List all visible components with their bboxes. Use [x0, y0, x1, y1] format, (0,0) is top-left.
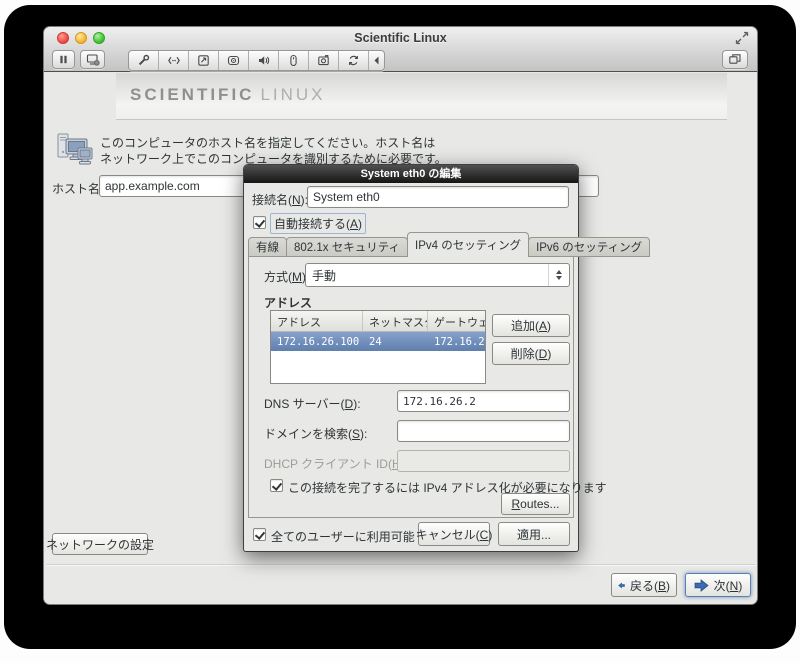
delete-button-label: 削除(D) — [511, 345, 552, 362]
back-button[interactable]: 戻る(B) — [611, 573, 677, 597]
column-header-gateway[interactable]: ゲートウェイ — [428, 311, 485, 331]
arrow-left-icon — [618, 579, 625, 592]
dns-servers-input[interactable] — [397, 390, 570, 412]
column-header-netmask[interactable]: ネットマスク — [363, 311, 428, 331]
addresses-table-header: アドレス ネットマスク ゲートウェイ — [271, 311, 485, 332]
stacked-windows-icon — [728, 53, 742, 66]
autoconnect-checkbox[interactable] — [253, 216, 266, 229]
address-row-selected[interactable]: 172.16.26.100 24 172.16.26.2 — [271, 332, 485, 351]
tab-ipv4-settings[interactable]: IPv4 のセッティング — [407, 232, 529, 257]
cell-address: 172.16.26.100 — [271, 336, 363, 348]
snapshot-icon — [86, 53, 100, 66]
next-button-label: 次(N) — [714, 577, 743, 594]
hard-disk-icon — [197, 54, 210, 67]
apply-button[interactable]: 適用... — [498, 522, 570, 546]
ipv4-settings-panel: 方式(M): 手動 アドレス アドレス ネットマスク ゲートウェイ 1 — [248, 256, 574, 518]
sync-button[interactable] — [339, 51, 369, 70]
addresses-table[interactable]: アドレス ネットマスク ゲートウェイ 172.16.26.100 24 172.… — [270, 310, 486, 384]
camera-icon — [317, 54, 330, 67]
cancel-button-label: キャンセル(C) — [416, 526, 493, 543]
vm-window: Scientific Linux — [44, 27, 757, 604]
sound-icon — [257, 54, 270, 67]
routes-button-label: Routes... — [511, 497, 559, 511]
cell-netmask: 24 — [363, 336, 428, 348]
sync-icon — [347, 54, 360, 67]
network-adapter-button[interactable] — [159, 51, 189, 70]
cell-gateway: 172.16.26.2 — [428, 336, 485, 348]
add-button[interactable]: 追加(A) — [492, 314, 570, 337]
camera-button[interactable] — [309, 51, 339, 70]
pause-icon — [57, 53, 70, 66]
search-domains-label: ドメインを検索(S): — [264, 425, 367, 442]
mouse-icon — [287, 54, 300, 67]
wrench-icon — [137, 54, 150, 67]
dns-servers-label: DNS サーバー(D): — [264, 395, 361, 412]
mouse-button[interactable] — [279, 51, 309, 70]
device-toolbar — [128, 50, 385, 71]
edit-connection-dialog: System eth0 の編集 接続名(N): 自動接続する(A) 有線 802… — [243, 164, 579, 552]
cd-drive-icon — [227, 54, 240, 67]
brand-bold-text: SCIENTIFIC — [130, 85, 254, 104]
method-value: 手動 — [306, 267, 548, 284]
method-combobox[interactable]: 手動 — [305, 263, 570, 287]
network-adapter-icon — [167, 54, 181, 67]
chevron-left-icon — [372, 55, 381, 66]
hard-disk-button[interactable] — [189, 51, 219, 70]
installer-banner: SCIENTIFIC LINUX — [116, 73, 727, 120]
available-all-users-label: 全てのユーザーに利用可能 — [271, 528, 415, 545]
show-all-windows-button[interactable] — [722, 50, 748, 69]
instruction-line-1: このコンピュータのホスト名を指定してください。ホスト名は — [100, 134, 435, 151]
guest-screen: SCIENTIFIC LINUX — [44, 72, 757, 604]
delete-button[interactable]: 削除(D) — [492, 342, 570, 365]
method-label: 方式(M): — [264, 268, 309, 285]
cancel-button[interactable]: キャンセル(C) — [418, 522, 490, 546]
column-header-address[interactable]: アドレス — [271, 311, 363, 331]
addresses-section-label: アドレス — [264, 294, 312, 311]
collapse-toolbar-button[interactable] — [369, 51, 384, 70]
brand-light-text: LINUX — [260, 85, 325, 104]
autoconnect-label[interactable]: 自動接続する(A) — [270, 213, 366, 234]
dhcp-client-id-label: DHCP クライアント ID(H): — [264, 455, 408, 472]
window-title: Scientific Linux — [44, 27, 757, 49]
routes-button[interactable]: Routes... — [501, 493, 570, 515]
tab-ipv6-settings[interactable]: IPv6 のセッティング — [528, 237, 650, 257]
computers-icon — [56, 132, 94, 168]
screenshot-canvas: Scientific Linux — [0, 0, 800, 663]
sound-button[interactable] — [249, 51, 279, 70]
available-all-users-checkbox[interactable] — [253, 528, 266, 541]
connection-name-label: 接続名(N): — [252, 191, 308, 208]
tab-wired[interactable]: 有線 — [248, 237, 287, 257]
connection-name-input[interactable] — [307, 186, 569, 208]
cd-drive-button[interactable] — [219, 51, 249, 70]
require-ipv4-checkbox[interactable] — [270, 479, 283, 492]
add-button-label: 追加(A) — [511, 317, 551, 334]
expand-diagonal-icon[interactable] — [735, 31, 749, 45]
arrow-right-icon — [694, 579, 709, 592]
hostname-label: ホスト名: — [52, 180, 103, 197]
dialog-title: System eth0 の編集 — [244, 165, 578, 183]
next-button[interactable]: 次(N) — [685, 573, 751, 597]
dhcp-client-id-input — [397, 450, 570, 472]
footer-separator — [46, 564, 755, 565]
settings-tabs: 有線 802.1x セキュリティ IPv4 のセッティング IPv6 のセッティ… — [248, 232, 649, 257]
search-domains-input[interactable] — [397, 420, 570, 442]
settings-wrench-button[interactable] — [129, 51, 159, 70]
window-chrome: Scientific Linux — [44, 27, 757, 72]
tab-8021x-security[interactable]: 802.1x セキュリティ — [286, 237, 408, 257]
combo-spinner-icon — [548, 264, 569, 286]
pause-vm-button[interactable] — [52, 50, 75, 69]
back-button-label: 戻る(B) — [630, 577, 670, 594]
snapshot-button[interactable] — [80, 50, 105, 69]
configure-network-button[interactable]: ネットワークの設定 — [52, 533, 148, 555]
scientific-linux-logo: SCIENTIFIC LINUX — [130, 85, 326, 105]
